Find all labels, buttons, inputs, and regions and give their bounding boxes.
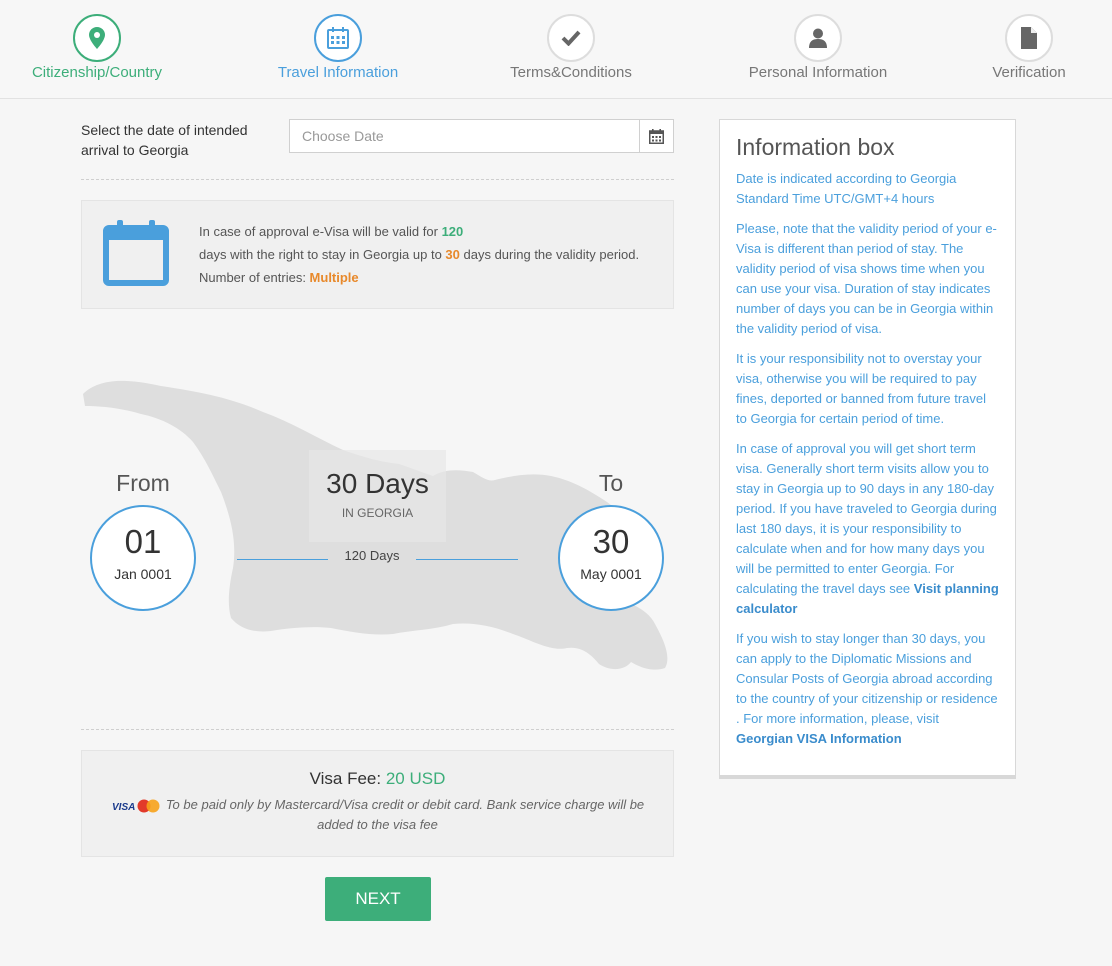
stay-duration-box: 30 Days IN GEORGIA	[309, 450, 446, 542]
end-month-year: May 0001	[580, 566, 642, 582]
period-line-left	[237, 559, 328, 560]
entries-label: Number of entries:	[199, 270, 310, 285]
step-terms[interactable]: Terms&Conditions	[510, 14, 632, 81]
step-verification[interactable]: Verification	[992, 14, 1066, 81]
arrival-date-picker	[289, 119, 674, 153]
visa-fee-box: Visa Fee: 20 USD VISA To be paid only by…	[81, 750, 674, 857]
validity-line2: days with the right to stay in Georgia u…	[199, 247, 446, 262]
arrival-date-input[interactable]	[290, 120, 638, 152]
information-box: Information box Date is indicated accord…	[719, 119, 1016, 779]
checkmark-icon	[561, 30, 581, 46]
step-citizenship[interactable]: Citizenship/Country	[32, 14, 162, 81]
step-personal-circle	[794, 14, 842, 62]
step-citizenship-circle	[73, 14, 121, 62]
calendar-icon	[649, 128, 664, 144]
info-paragraph-longer-stay: If you wish to stay longer than 30 days,…	[736, 629, 999, 749]
info-paragraph-short-term: In case of approval you will get short t…	[736, 439, 999, 619]
step-verification-circle	[1005, 14, 1053, 62]
period-line-right	[416, 559, 518, 560]
document-icon	[1021, 27, 1037, 49]
stay-duration-value: 30 Days	[326, 468, 429, 499]
validity-line2-suffix: days during the validity period.	[459, 247, 640, 262]
validity-period-label: 120 Days	[344, 548, 400, 563]
entries-value: Multiple	[309, 270, 359, 285]
to-label: To	[598, 470, 624, 496]
info-longer-stay-text: If you wish to stay longer than 30 days,…	[736, 631, 998, 726]
info-paragraph-overstay: It is your responsibility not to oversta…	[736, 351, 987, 426]
date-picker-button[interactable]	[639, 120, 673, 152]
start-month-year: Jan 0001	[114, 566, 172, 582]
calendar-icon	[327, 27, 349, 49]
validity-line1: In case of approval e-Visa will be valid…	[199, 224, 442, 239]
info-paragraph-validity: Please, note that the validity period of…	[736, 221, 997, 336]
stay-duration-caption: IN GEORGIA	[341, 506, 414, 520]
from-label: From	[116, 470, 170, 496]
visa-fee-amount: 20 USD	[385, 769, 446, 788]
info-paragraph-timezone: Date is indicated according to Georgia S…	[736, 171, 957, 206]
visa-fee-label: Visa Fee:	[309, 769, 386, 788]
step-travel-information[interactable]: Travel Information	[278, 14, 398, 81]
start-day: 01	[124, 523, 162, 560]
arrival-date-label: Select the date of intended arrival to G…	[81, 122, 248, 158]
next-button[interactable]: NEXT	[325, 877, 431, 921]
step-label: Travel Information	[277, 64, 399, 81]
stay-days-value: 30	[445, 247, 460, 262]
step-travel-circle	[314, 14, 362, 62]
visa-logo: VISA	[112, 802, 135, 813]
visa-fee-note: VISA To be paid only by Mastercard/Visa …	[98, 795, 658, 835]
step-label: Personal Information	[748, 64, 888, 81]
info-short-term-text: In case of approval you will get short t…	[736, 441, 997, 596]
step-label: Terms&Conditions	[510, 64, 632, 81]
divider	[81, 729, 674, 730]
divider	[81, 179, 674, 180]
person-icon	[809, 28, 827, 48]
end-date-circle: 30 May 0001	[558, 505, 664, 611]
info-box-title: Information box	[736, 134, 895, 160]
valid-days-value: 120	[441, 224, 464, 239]
step-personal-information[interactable]: Personal Information	[749, 14, 887, 81]
end-day: 30	[592, 523, 630, 560]
map-pin-icon	[89, 27, 105, 49]
step-label: Citizenship/Country	[31, 64, 163, 81]
start-date-circle: 01 Jan 0001	[90, 505, 196, 611]
calendar-large-icon	[103, 220, 169, 286]
progress-stepper: Citizenship/Country Travel Information T…	[0, 0, 1112, 99]
visa-validity-box: In case of approval e-Visa will be valid…	[81, 200, 674, 309]
payment-cards-icon: VISA	[112, 799, 160, 813]
visa-fee-note-text: To be paid only by Mastercard/Visa credi…	[165, 797, 645, 832]
visa-fee: Visa Fee: 20 USD	[82, 769, 673, 789]
georgian-visa-information-link[interactable]: Georgian VISA Information	[736, 731, 902, 746]
validity-text: In case of approval e-Visa will be valid…	[199, 220, 639, 289]
step-label: Verification	[992, 64, 1066, 81]
step-terms-circle	[547, 14, 595, 62]
